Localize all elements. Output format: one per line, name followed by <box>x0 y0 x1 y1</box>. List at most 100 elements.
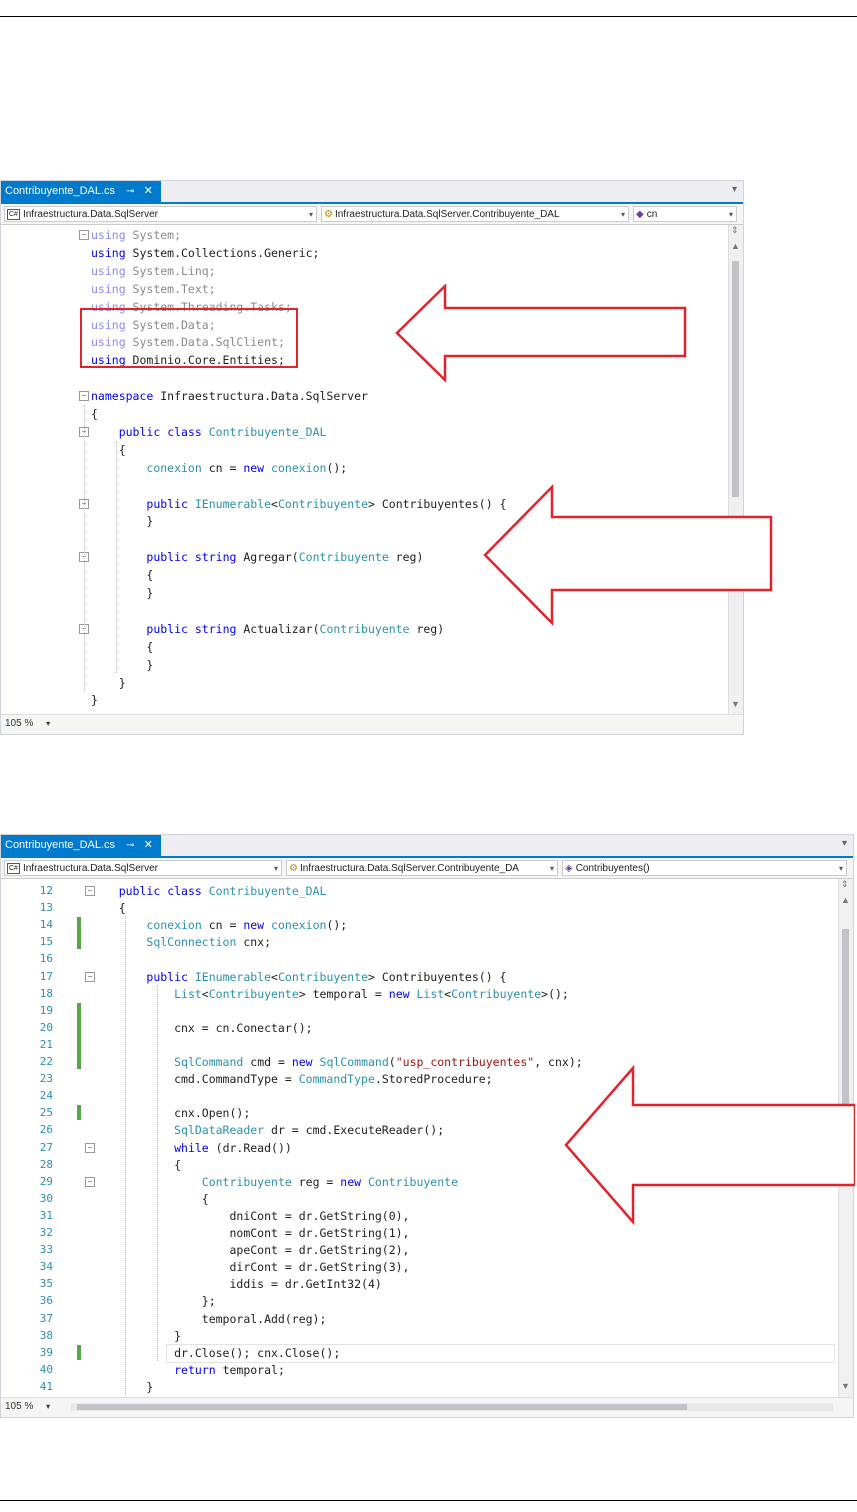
scroll-up-icon[interactable]: ▲ <box>841 895 850 905</box>
dropdown-arrow-icon: ▾ <box>728 210 733 219</box>
code-line[interactable]: { <box>91 441 729 459</box>
code-line[interactable]: public class Contribuyente_DAL <box>91 882 839 900</box>
dropdown-arrow-icon: ▾ <box>549 864 554 873</box>
member-dropdown[interactable]: ◆ cn ▾ <box>633 206 737 222</box>
class-dropdown[interactable]: ⚙ Infraestructura.Data.SqlServer.Contribu… <box>286 860 558 876</box>
code-line[interactable] <box>91 1002 839 1020</box>
code-token: Contribuyente <box>319 621 410 636</box>
horizontal-scrollbar[interactable] <box>71 1403 833 1411</box>
document-tab[interactable]: Contribuyente_DAL.cs ⊸ ✕ <box>1 181 161 202</box>
fold-toggle-icon[interactable]: − <box>85 886 95 896</box>
line-number: 27 <box>39 1140 53 1154</box>
code-token: } <box>91 657 154 672</box>
code-token: conexion <box>271 460 327 475</box>
dropdown-arrow-icon[interactable]: ▾ <box>46 1402 50 1411</box>
code-line[interactable]: temporal.Add(reg); <box>91 1310 839 1328</box>
code-line[interactable]: return temporal; <box>91 1361 839 1379</box>
code-line[interactable]: using System.Linq; <box>91 262 729 280</box>
fold-toggle-icon[interactable]: − <box>85 971 95 982</box>
close-icon[interactable]: ✕ <box>144 185 153 197</box>
scrollbar-thumb[interactable] <box>732 261 739 497</box>
code-line[interactable] <box>91 1036 839 1054</box>
code-token: } <box>91 1379 154 1394</box>
code-token: Contribuyente <box>367 1174 458 1189</box>
split-icon[interactable]: ⇕ <box>731 225 739 236</box>
code-token: SqlDataReader <box>174 1123 265 1138</box>
zoom-level[interactable]: 105 % <box>5 718 33 729</box>
code-line[interactable]: dirCont = dr.GetString(3), <box>91 1258 839 1276</box>
fold-toggle-icon[interactable]: − <box>79 230 89 240</box>
code-token: new <box>243 460 265 475</box>
document-tab[interactable]: Contribuyente_DAL.cs ⊸ ✕ <box>1 835 161 856</box>
fold-toggle-icon[interactable]: − <box>85 1176 95 1187</box>
code-token: class <box>167 884 202 898</box>
code-token: { <box>91 407 98 421</box>
line-number: 37 <box>39 1311 53 1325</box>
code-line[interactable]: apeCont = dr.GetString(2), <box>91 1241 839 1259</box>
scroll-up-icon[interactable]: ▲ <box>731 241 740 251</box>
code-line[interactable]: }; <box>91 1292 839 1310</box>
code-line[interactable]: List<Contribuyente> temporal = new List<… <box>91 985 839 1003</box>
code-token: ( <box>388 1055 396 1069</box>
pin-icon[interactable]: ⊸ <box>126 840 134 851</box>
code-token: temporal; <box>215 1362 285 1377</box>
code-line[interactable]: SqlConnection cnx; <box>91 933 839 951</box>
close-icon[interactable]: ✕ <box>144 839 153 851</box>
code-line[interactable]: { <box>91 405 729 423</box>
member-dropdown[interactable]: ◈ Contribuyentes() ▾ <box>562 860 847 876</box>
code-token: }; <box>91 1294 216 1309</box>
code-line[interactable]: nomCont = dr.GetString(1), <box>91 1224 839 1242</box>
code-line[interactable]: iddis = dr.GetInt32(4) <box>91 1275 839 1293</box>
code-token: List <box>174 986 202 1001</box>
class-dropdown[interactable]: ⚙ Infraestructura.Data.SqlServer.Contribu… <box>321 206 629 222</box>
line-number: 28 <box>39 1157 53 1171</box>
code-line[interactable]: namespace Infraestructura.Data.SqlServer <box>91 387 729 405</box>
scroll-down-icon[interactable]: ▼ <box>841 1381 850 1391</box>
code-line[interactable]: } <box>91 1378 839 1396</box>
code-token: Agregar( <box>236 550 299 565</box>
arrow-left-icon <box>395 284 687 382</box>
dropdown-arrow-icon[interactable]: ▾ <box>46 719 50 728</box>
code-token: cn = <box>201 460 244 475</box>
pin-icon[interactable]: ⊸ <box>126 186 134 197</box>
code-token: (dr.Read()) <box>208 1140 292 1155</box>
code-line[interactable] <box>91 950 839 968</box>
project-dropdown[interactable]: C# Infraestructura.Data.SqlServer ▾ <box>4 860 282 876</box>
code-token: > Contribuyentes() { <box>368 969 507 984</box>
line-number: 19 <box>39 1003 53 1017</box>
zoom-level[interactable]: 105 % <box>5 1401 33 1412</box>
navigation-bar: C# Infraestructura.Data.SqlServer ▾ ⚙ Infr… <box>1 204 743 225</box>
code-line[interactable]: public class Contribuyente_DAL <box>91 423 729 441</box>
cs-file-icon: C# <box>7 209 20 220</box>
dropdown-arrow-icon[interactable]: ▾ <box>732 184 737 195</box>
code-token: List <box>416 986 445 1001</box>
line-number: 31 <box>39 1208 53 1222</box>
dropdown-arrow-icon[interactable]: ▾ <box>842 838 847 849</box>
code-line[interactable]: } <box>91 691 729 709</box>
code-token: } <box>91 514 154 529</box>
code-line[interactable]: using System.Collections.Generic; <box>91 244 729 262</box>
code-line[interactable]: conexion cn = new conexion(); <box>91 916 839 934</box>
code-line[interactable]: { <box>91 638 729 656</box>
code-line[interactable]: conexion cn = new conexion(); <box>91 459 729 477</box>
code-line[interactable]: } <box>91 674 729 692</box>
code-line[interactable]: using System; <box>91 226 729 244</box>
scrollbar-thumb[interactable] <box>77 1404 687 1410</box>
line-number: 16 <box>39 952 53 966</box>
scroll-down-icon[interactable]: ▼ <box>731 699 740 709</box>
split-icon[interactable]: ⇕ <box>841 879 849 890</box>
fold-toggle-icon[interactable]: − <box>85 1142 95 1153</box>
code-line[interactable]: } <box>91 1327 839 1345</box>
code-line[interactable]: public IEnumerable<Contribuyente> Contri… <box>91 968 839 986</box>
vertical-scrollbar[interactable]: ⇕ ▲ ▼ <box>728 225 743 714</box>
code-line[interactable]: } <box>91 656 729 674</box>
code-line[interactable]: { <box>91 899 839 917</box>
fold-toggle-icon[interactable]: − <box>79 391 89 402</box>
code-line[interactable]: cnx = cn.Conectar(); <box>91 1019 839 1037</box>
project-dropdown[interactable]: C# Infraestructura.Data.SqlServer ▾ <box>4 206 317 222</box>
line-number: 32 <box>39 1226 53 1239</box>
